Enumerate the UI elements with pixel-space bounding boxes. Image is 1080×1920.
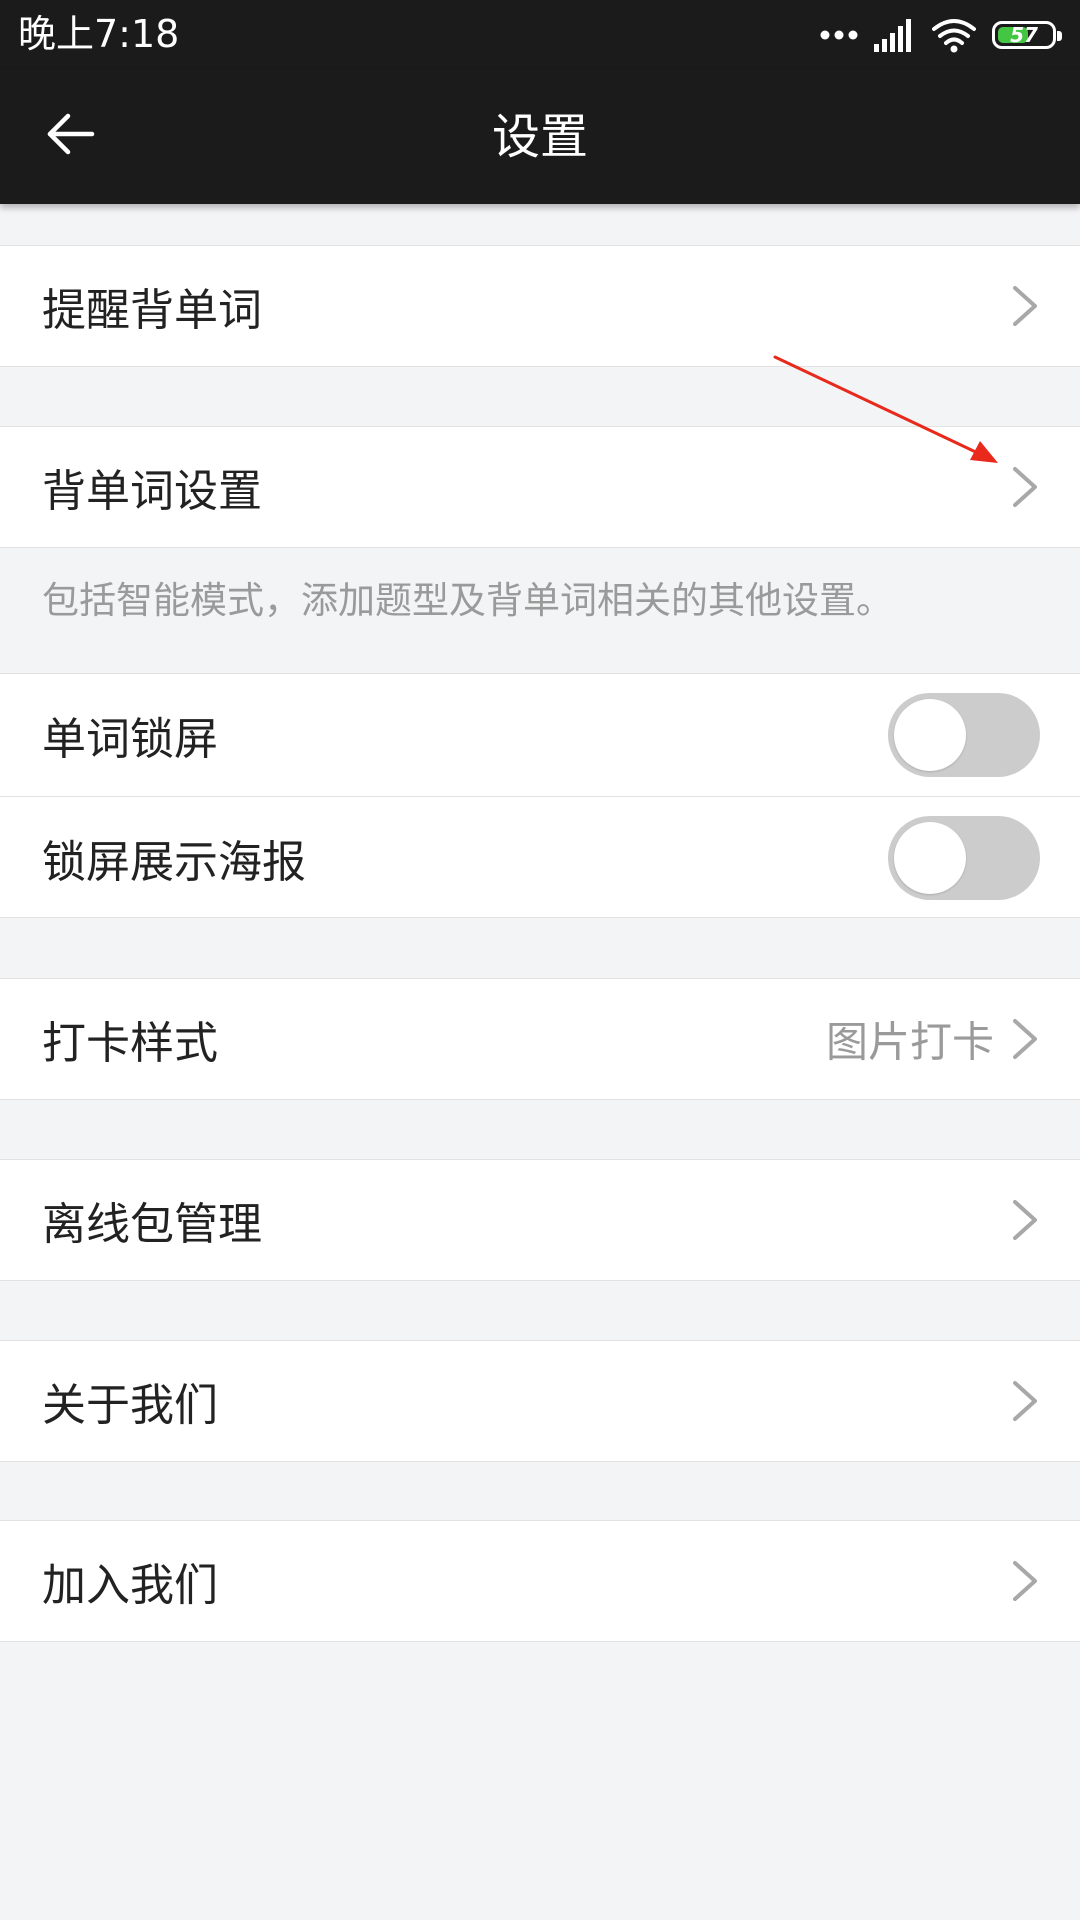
reminder-label: 提醒背单词 (42, 285, 262, 336)
toggle-knob (894, 822, 966, 894)
memorize-settings-label: 背单词设置 (42, 466, 262, 517)
offline-packages-label: 离线包管理 (42, 1199, 262, 1250)
word-lock-screen-row: 单词锁屏 (0, 674, 1080, 796)
status-icons: 57 (820, 14, 1062, 56)
more-dots-icon (820, 29, 858, 41)
signal-icon (874, 18, 916, 52)
about-us-row[interactable]: 关于我们 (0, 1340, 1080, 1462)
word-lock-screen-label: 单词锁屏 (42, 714, 218, 765)
battery-level: 57 (1010, 23, 1038, 47)
wifi-icon (932, 17, 976, 53)
chevron-right-icon (1013, 1561, 1037, 1601)
lock-screen-poster-row: 锁屏展示海报 (0, 797, 1080, 919)
lock-screen-poster-toggle[interactable] (888, 816, 1040, 900)
join-us-row[interactable]: 加入我们 (0, 1520, 1080, 1642)
chevron-right-icon (1013, 1019, 1037, 1059)
toggle-knob (894, 699, 966, 771)
toggle-group: 单词锁屏 锁屏展示海报 (0, 673, 1080, 918)
checkin-style-value: 图片打卡 (825, 1017, 994, 1067)
join-us-label: 加入我们 (42, 1560, 218, 1611)
offline-packages-row[interactable]: 离线包管理 (0, 1159, 1080, 1281)
battery-icon: 57 (992, 21, 1062, 49)
checkin-style-row[interactable]: 打卡样式 图片打卡 (0, 978, 1080, 1100)
page-title: 设置 (491, 109, 588, 165)
reminder-row[interactable]: 提醒背单词 (0, 245, 1080, 367)
memorize-settings-row[interactable]: 背单词设置 (0, 426, 1080, 548)
status-time: 晚上7:18 (18, 12, 180, 56)
memorize-settings-hint: 包括智能模式，添加题型及背单词相关的其他设置。 (42, 579, 893, 622)
about-us-label: 关于我们 (42, 1380, 218, 1431)
chevron-right-icon (1013, 286, 1037, 326)
chevron-right-icon (1013, 1381, 1037, 1421)
lock-screen-poster-label: 锁屏展示海报 (42, 837, 306, 888)
chevron-right-icon (1013, 467, 1037, 507)
checkin-style-label: 打卡样式 (42, 1018, 218, 1069)
app-bar: 设置 (0, 70, 1080, 204)
word-lock-screen-toggle[interactable] (888, 693, 1040, 777)
status-bar: 晚上7:18 57 (0, 0, 1080, 70)
chevron-right-icon (1013, 1200, 1037, 1240)
